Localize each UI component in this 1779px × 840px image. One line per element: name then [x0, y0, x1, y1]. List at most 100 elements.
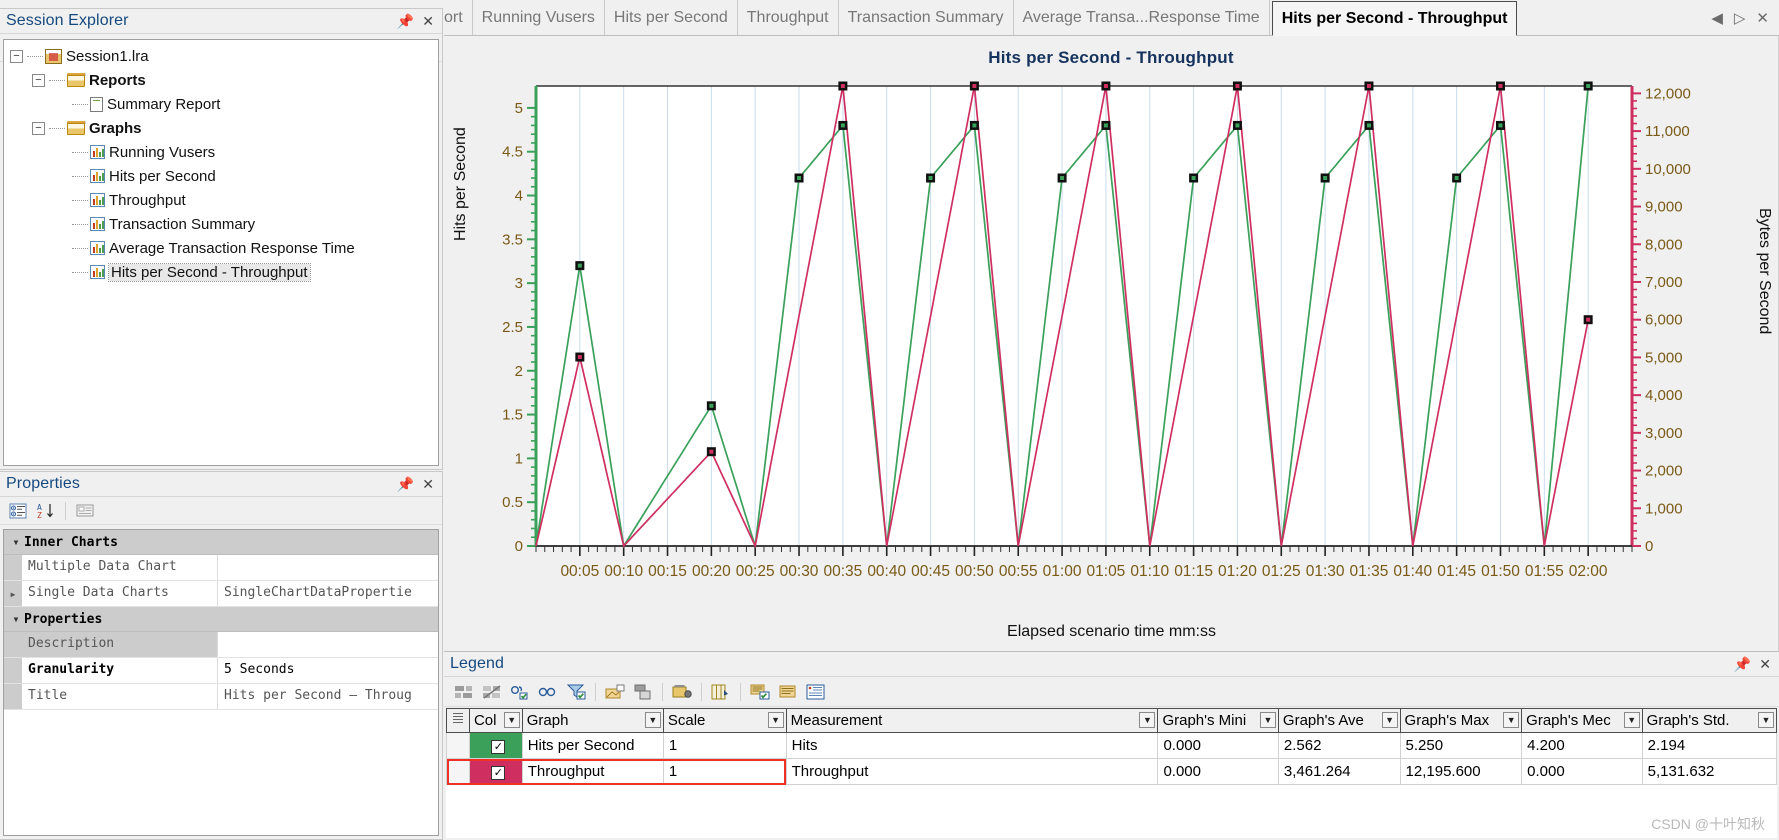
close-icon[interactable]: ✕: [422, 14, 434, 28]
chevron-down-icon[interactable]: ▼: [503, 712, 520, 728]
view-measurement-icon[interactable]: [536, 681, 560, 703]
tree-node-transaction-summary[interactable]: Transaction Summary: [4, 212, 438, 236]
alphabetical-sort-button[interactable]: A Z: [34, 500, 58, 522]
expander-root[interactable]: −: [10, 49, 23, 63]
x-axis-label: Elapsed scenario time mm:ss: [1007, 623, 1216, 640]
legend-col-maximum[interactable]: Graph's Max ▼: [1399, 708, 1523, 733]
legend-color-swatch[interactable]: ✓: [468, 732, 523, 759]
svg-text:3,000: 3,000: [1645, 425, 1683, 442]
row-grip[interactable]: [446, 732, 470, 759]
graph-view[interactable]: Hits per Second - Throughput Hits per Se…: [444, 36, 1779, 651]
chevron-down-icon[interactable]: ▼: [1381, 712, 1398, 728]
svg-text:4.5: 4.5: [502, 144, 523, 161]
chevron-down-icon[interactable]: ▼: [1139, 712, 1156, 728]
pin-icon[interactable]: 📌: [397, 477, 414, 491]
legend-minimum: 0.000: [1157, 758, 1279, 785]
property-row-single-data-charts[interactable]: ▸ Single Data Charts SingleChartDataProp…: [4, 581, 438, 607]
legend-col-average[interactable]: Graph's Ave ▼: [1277, 708, 1401, 733]
tab-hits-per-second[interactable]: Hits per Second: [605, 0, 738, 35]
row-grip[interactable]: [446, 758, 470, 785]
chevron-down-icon[interactable]: ▾: [8, 535, 24, 549]
tree-node-hits-per-second-throughput[interactable]: Hits per Second - Throughput: [4, 260, 438, 284]
chart-canvas[interactable]: 0 0.5 1 1.5 2 2.5 3 3.5 4 4.5 5 0 1,000 2,000 3,000 4,0…: [444, 58, 1779, 618]
filter-measurement-icon[interactable]: [564, 681, 588, 703]
tab-close-icon[interactable]: ✕: [1756, 9, 1769, 27]
table-row[interactable]: ✓ Hits per Second 1 Hits 0.000 2.562 5.2…: [446, 732, 1777, 759]
tab-average-transaction-response-time[interactable]: Average Transa...Response Time: [1014, 0, 1270, 35]
property-pages-button[interactable]: [73, 500, 97, 522]
chevron-down-icon[interactable]: ▼: [644, 712, 661, 728]
chart-icon: [90, 145, 105, 159]
session-tree[interactable]: − Session1.lra − Reports Summary Report: [3, 39, 439, 466]
categorized-view-button[interactable]: [6, 500, 30, 522]
expander-reports[interactable]: −: [32, 73, 45, 87]
tab-next-icon[interactable]: ▷: [1734, 9, 1746, 27]
chevron-down-icon[interactable]: ▼: [1259, 712, 1276, 728]
configure-measurement-icon[interactable]: [603, 681, 627, 703]
property-value[interactable]: [218, 632, 438, 657]
show-all-graphs-icon[interactable]: [452, 681, 476, 703]
tab-prev-icon[interactable]: ◀: [1711, 9, 1723, 27]
legend-col-color[interactable]: Col ▼: [468, 708, 523, 733]
expander-graphs[interactable]: −: [32, 121, 45, 135]
legend-col-measurement[interactable]: Measurement ▼: [785, 708, 1159, 733]
tree-node-avg-transaction-response-time[interactable]: Average Transaction Response Time: [4, 236, 438, 260]
expander-single-data-charts[interactable]: ▸: [4, 581, 22, 606]
properties-grid[interactable]: ▾ Inner Charts Multiple Data Chart ▸ Sin…: [3, 529, 439, 836]
legend-col-minimum[interactable]: Graph's Mini ▼: [1157, 708, 1279, 733]
tree-node-graphs[interactable]: − Graphs: [4, 116, 438, 140]
tab-hits-per-second-throughput[interactable]: Hits per Second - Throughput: [1271, 1, 1518, 36]
configure-columns-icon[interactable]: [776, 681, 800, 703]
series-visible-checkbox[interactable]: ✓: [491, 740, 506, 755]
row-gutter: [4, 658, 22, 683]
select-columns-icon[interactable]: [748, 681, 772, 703]
legend-col-graph[interactable]: Graph ▼: [521, 708, 664, 733]
close-icon[interactable]: ✕: [422, 477, 434, 491]
save-legend-icon[interactable]: [804, 681, 828, 703]
tree-node-session-root[interactable]: − Session1.lra: [4, 44, 438, 68]
property-group-properties[interactable]: ▾ Properties: [4, 607, 438, 632]
legend-col-median[interactable]: Graph's Mec ▼: [1521, 708, 1643, 733]
set-as-default-icon[interactable]: [631, 681, 655, 703]
hide-all-graphs-icon[interactable]: [480, 681, 504, 703]
property-group-inner-charts[interactable]: ▾ Inner Charts: [4, 530, 438, 555]
chevron-down-icon[interactable]: ▼: [1623, 712, 1640, 728]
property-value[interactable]: 5 Seconds: [218, 658, 438, 683]
svg-text:3.5: 3.5: [502, 231, 523, 248]
tree-node-summary-report[interactable]: Summary Report: [4, 92, 438, 116]
legend-table-container[interactable]: Col ▼ Graph ▼ Scale ▼ Measurement ▼ Graph's …: [446, 708, 1777, 838]
tree-node-running-vusers[interactable]: Running Vusers: [4, 140, 438, 164]
tree-node-throughput[interactable]: Throughput: [4, 188, 438, 212]
chevron-down-icon[interactable]: ▼: [1503, 712, 1520, 728]
legend-col-stddev[interactable]: Graph's Std. ▼: [1641, 708, 1777, 733]
legend-color-swatch[interactable]: ✓: [468, 758, 523, 785]
chevron-down-icon[interactable]: ▼: [767, 712, 784, 728]
series-visible-checkbox[interactable]: ✓: [491, 766, 506, 781]
legend-col-scale[interactable]: Scale ▼: [662, 708, 787, 733]
property-value[interactable]: Hits per Second – Throug: [218, 684, 438, 709]
table-row[interactable]: ✓ Throughput 1 Throughput 0.000 3,461.26…: [446, 758, 1777, 785]
tree-node-reports[interactable]: − Reports: [4, 68, 438, 92]
property-row-granularity[interactable]: Granularity 5 Seconds: [4, 658, 438, 684]
tab-throughput[interactable]: Throughput: [738, 0, 839, 35]
session-file-icon: [45, 48, 62, 64]
svg-text:01:50: 01:50: [1481, 563, 1520, 580]
property-value[interactable]: SingleChartDataPropertie: [218, 581, 438, 606]
legend-table[interactable]: Col ▼ Graph ▼ Scale ▼ Measurement ▼ Graph's …: [446, 708, 1777, 785]
pin-icon[interactable]: 📌: [397, 14, 414, 28]
tab-transaction-summary[interactable]: Transaction Summary: [839, 0, 1014, 35]
pin-icon[interactable]: 📌: [1734, 657, 1751, 671]
property-row-description[interactable]: Description: [4, 632, 438, 658]
show-measurement-icon[interactable]: [508, 681, 532, 703]
property-row-title[interactable]: Title Hits per Second – Throug: [4, 684, 438, 710]
property-value[interactable]: [218, 555, 438, 580]
tab-running-vusers[interactable]: Running Vusers: [473, 0, 605, 35]
tab-summary-report[interactable]: ort: [444, 0, 473, 35]
show-columns-icon[interactable]: [709, 681, 733, 703]
chevron-down-icon[interactable]: ▾: [8, 612, 24, 626]
close-icon[interactable]: ✕: [1759, 657, 1771, 671]
property-row-multiple-data-chart[interactable]: Multiple Data Chart: [4, 555, 438, 581]
chevron-down-icon[interactable]: ▼: [1758, 712, 1774, 728]
tree-node-hits-per-second[interactable]: Hits per Second: [4, 164, 438, 188]
animate-selected-line-icon[interactable]: [670, 681, 694, 703]
